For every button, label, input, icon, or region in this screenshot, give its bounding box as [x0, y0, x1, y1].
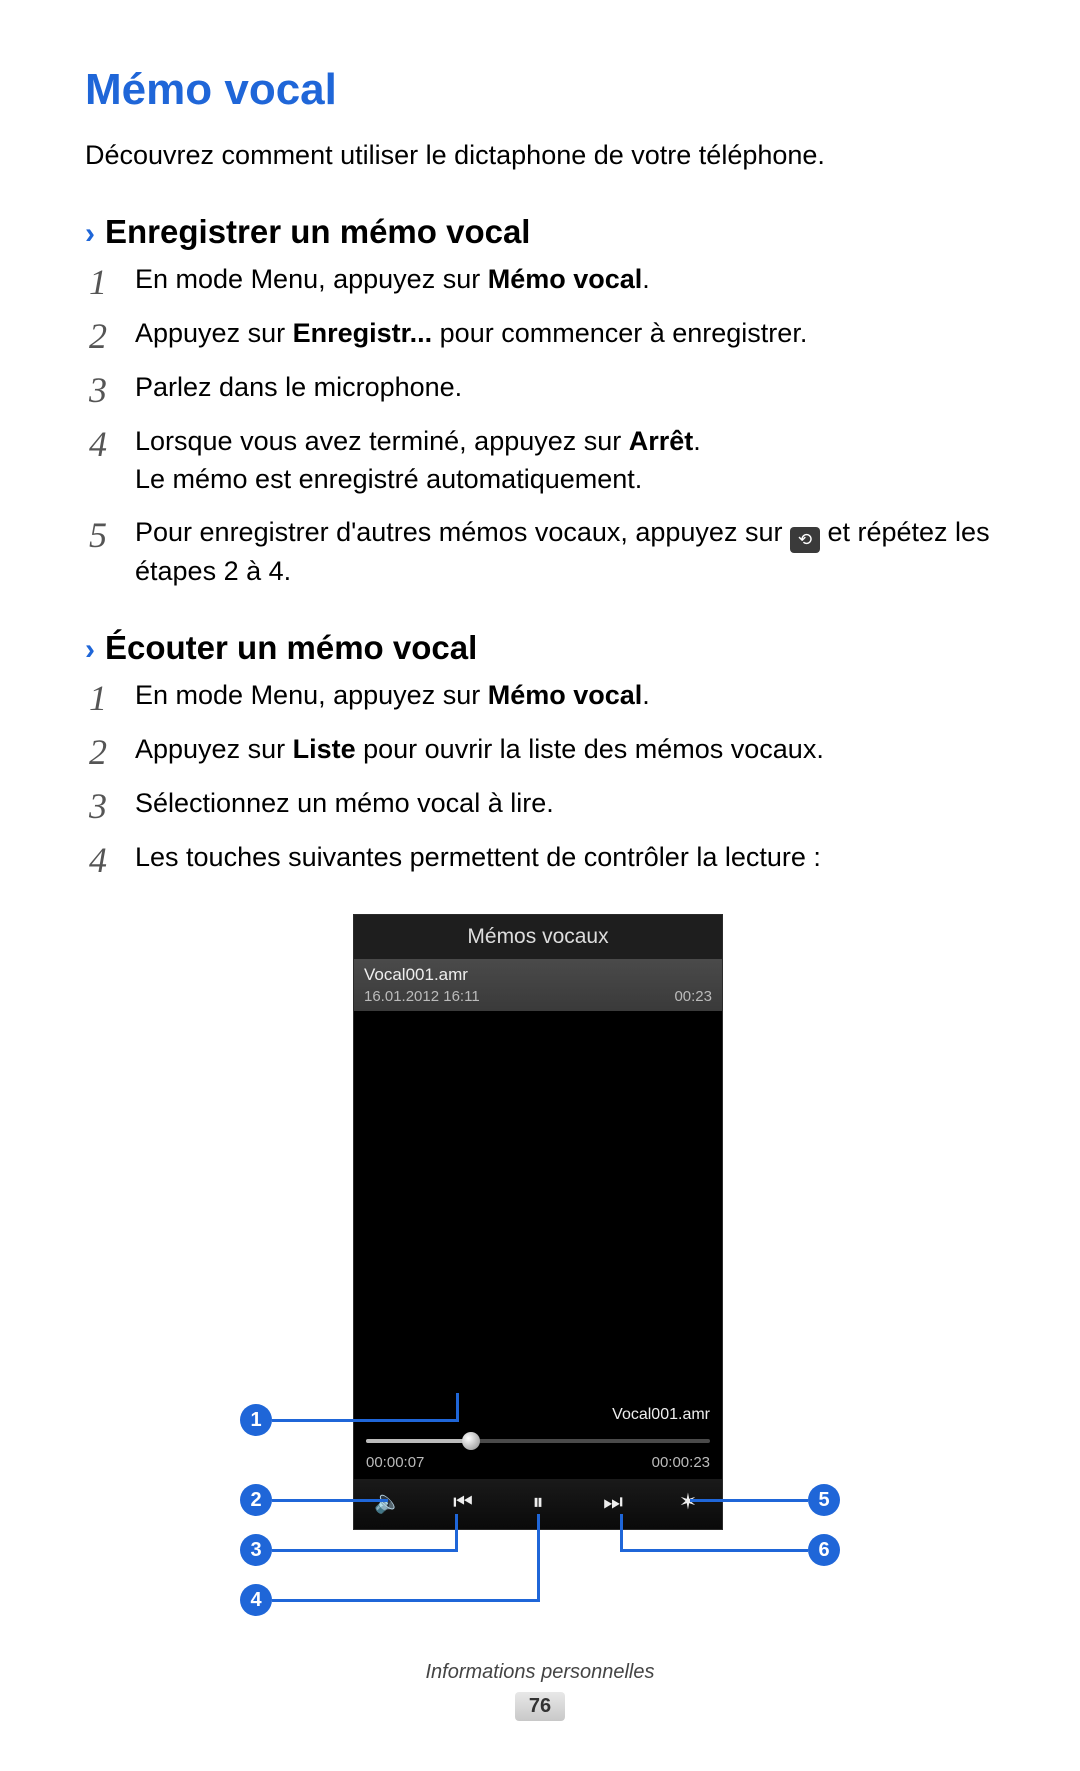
speaker-icon[interactable]: 🔈	[368, 1489, 408, 1515]
intro-text: Découvrez comment utiliser le dictaphone…	[85, 137, 995, 173]
time-elapsed: 00:00:07	[366, 1454, 424, 1471]
file-name: Vocal001.amr	[364, 965, 712, 985]
record-step-2: Appuyez sur Enregistr... pour commencer …	[85, 315, 995, 353]
callout-line	[272, 1549, 458, 1552]
callout-line	[620, 1514, 623, 1552]
text: Lorsque vous avez terminé, appuyez sur	[135, 426, 629, 456]
record-heading: Enregistrer un mémo vocal	[105, 213, 530, 251]
listen-steps: En mode Menu, appuyez sur Mémo vocal. Ap…	[85, 677, 995, 876]
callout-2: 2	[240, 1484, 272, 1516]
pause-icon[interactable]: ⏸	[518, 1489, 558, 1515]
callout-6: 6	[808, 1534, 840, 1566]
record-steps: En mode Menu, appuyez sur Mémo vocal. Ap…	[85, 261, 995, 591]
listen-step-1: En mode Menu, appuyez sur Mémo vocal.	[85, 677, 995, 715]
listen-heading: Écouter un mémo vocal	[105, 629, 477, 667]
callout-line	[537, 1514, 540, 1602]
text: En mode Menu, appuyez sur	[135, 264, 488, 294]
record-step-3: Parlez dans le microphone.	[85, 369, 995, 407]
text: .	[693, 426, 701, 456]
file-info-bar[interactable]: Vocal001.amr 16.01.2012 16:11 00:23	[354, 959, 722, 1011]
listen-step-4: Les touches suivantes permettent de cont…	[85, 839, 995, 877]
phone-figure: Mémos vocaux Vocal001.amr 16.01.2012 16:…	[220, 914, 860, 1634]
bold-text: Mémo vocal	[488, 264, 643, 294]
record-step-1: En mode Menu, appuyez sur Mémo vocal.	[85, 261, 995, 299]
listen-step-3: Sélectionnez un mémo vocal à lire.	[85, 785, 995, 823]
callout-1: 1	[240, 1404, 272, 1436]
trim-icon[interactable]: ✶	[668, 1489, 708, 1515]
seek-fill	[366, 1439, 469, 1443]
listen-step-2: Appuyez sur Liste pour ouvrir la liste d…	[85, 731, 995, 769]
seek-bar[interactable]	[366, 1432, 710, 1450]
callout-4: 4	[240, 1584, 272, 1616]
phone-mockup: Mémos vocaux Vocal001.amr 16.01.2012 16:…	[353, 914, 723, 1530]
time-total: 00:00:23	[652, 1454, 710, 1471]
text: En mode Menu, appuyez sur	[135, 680, 488, 710]
now-playing-label: Vocal001.amr	[354, 1406, 722, 1430]
callout-line	[362, 1419, 459, 1422]
text: .	[642, 680, 650, 710]
callout-line	[272, 1499, 388, 1502]
text: pour commencer à enregistrer.	[432, 318, 807, 348]
file-date: 16.01.2012 16:11	[364, 988, 480, 1005]
listen-subsection-header: › Écouter un mémo vocal	[85, 629, 995, 667]
prev-icon[interactable]: ⏮	[443, 1489, 483, 1515]
back-icon: ⟲	[790, 527, 820, 553]
text: Le mémo est enregistré automatiquement.	[135, 464, 642, 494]
text: pour ouvrir la liste des mémos vocaux.	[356, 734, 824, 764]
chevron-icon: ›	[85, 217, 95, 251]
callout-5: 5	[808, 1484, 840, 1516]
record-subsection-header: › Enregistrer un mémo vocal	[85, 213, 995, 251]
bold-text: Enregistr...	[293, 318, 433, 348]
callout-line	[456, 1393, 459, 1422]
next-icon[interactable]: ⏭	[593, 1489, 633, 1515]
text: .	[642, 264, 650, 294]
record-step-5: Pour enregistrer d'autres mémos vocaux, …	[85, 514, 995, 591]
callout-line	[620, 1549, 808, 1552]
footer-section: Informations personnelles	[0, 1661, 1080, 1684]
bold-text: Liste	[293, 734, 356, 764]
callout-line	[455, 1514, 458, 1552]
player-body	[354, 1011, 722, 1406]
seek-knob[interactable]	[462, 1432, 480, 1450]
phone-header: Mémos vocaux	[354, 915, 722, 959]
bold-text: Arrêt	[629, 426, 694, 456]
text: Appuyez sur	[135, 318, 293, 348]
callout-line	[690, 1499, 808, 1502]
page-number: 76	[515, 1692, 565, 1721]
chevron-icon: ›	[85, 633, 95, 667]
text: Appuyez sur	[135, 734, 293, 764]
callout-line	[272, 1419, 362, 1422]
text: Pour enregistrer d'autres mémos vocaux, …	[135, 517, 790, 547]
page-title: Mémo vocal	[85, 65, 995, 115]
page-footer: Informations personnelles 76	[0, 1661, 1080, 1721]
file-length: 00:23	[674, 988, 712, 1005]
record-step-4: Lorsque vous avez terminé, appuyez sur A…	[85, 423, 995, 499]
callout-line	[272, 1599, 540, 1602]
bold-text: Mémo vocal	[488, 680, 643, 710]
callout-3: 3	[240, 1534, 272, 1566]
